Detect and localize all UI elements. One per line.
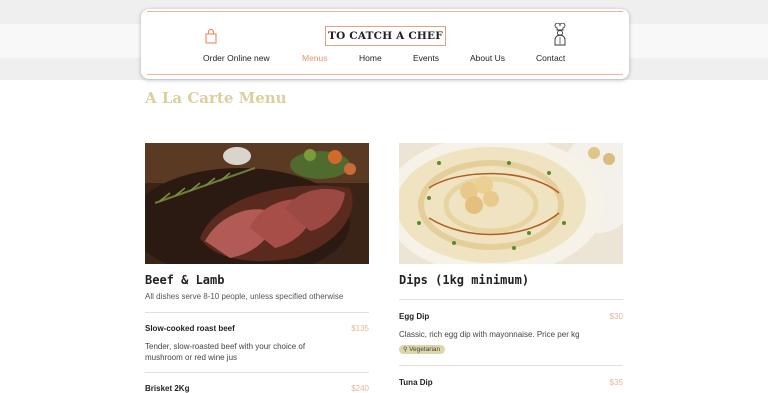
item-price: $30 (609, 312, 623, 321)
divider (399, 365, 623, 366)
item-name: Tuna Dip (399, 378, 433, 387)
item-price: $35 (609, 378, 623, 387)
nav-item-order-online[interactable]: Order Online new (203, 53, 270, 63)
divider (399, 299, 623, 300)
nav-item-contact[interactable]: Contact (536, 53, 565, 63)
category-title-dips: Dips (1kg minimum) (399, 273, 530, 287)
nav-item-events[interactable]: Events (413, 53, 439, 63)
nav-item-home[interactable]: Home (359, 53, 382, 63)
vegetarian-tag: ⚲ Vegetarian (399, 345, 446, 354)
header-accent-line (147, 74, 623, 75)
site-header: TO CATCH A CHEF Order Online new Menus H… (141, 9, 629, 79)
dips-image (399, 143, 623, 264)
item-name: Slow-cooked roast beef (145, 324, 235, 333)
item-description: Tender, slow-roasted beef with your choi… (145, 342, 306, 351)
category-title-beef-lamb: Beef & Lamb (145, 273, 225, 287)
nav-item-about-us[interactable]: About Us (470, 53, 505, 63)
category-subtitle: All dishes serve 8-10 people, unless spe… (145, 292, 344, 301)
divider (145, 312, 369, 313)
divider (145, 372, 369, 373)
header-accent-line (147, 11, 623, 12)
item-name: Brisket 2Kg (145, 384, 190, 393)
item-price: $135 (351, 324, 369, 333)
tag-label: Vegetarian (409, 346, 441, 353)
beef-lamb-image (145, 143, 369, 264)
item-description: Classic, rich egg dip with mayonnaise. P… (399, 330, 580, 339)
page-title: A La Carte Menu (145, 89, 287, 107)
item-description: mushroom or red wine jus (145, 353, 238, 362)
item-price: $240 (351, 384, 369, 393)
main-nav: Order Online new Menus Home Events About… (141, 53, 629, 69)
item-name: Egg Dip (399, 312, 430, 321)
nav-item-menus[interactable]: Menus (302, 53, 328, 63)
chef-mascot-icon[interactable] (552, 23, 568, 47)
shopping-bag-icon[interactable] (204, 28, 218, 44)
site-logo[interactable]: TO CATCH A CHEF (325, 26, 446, 46)
